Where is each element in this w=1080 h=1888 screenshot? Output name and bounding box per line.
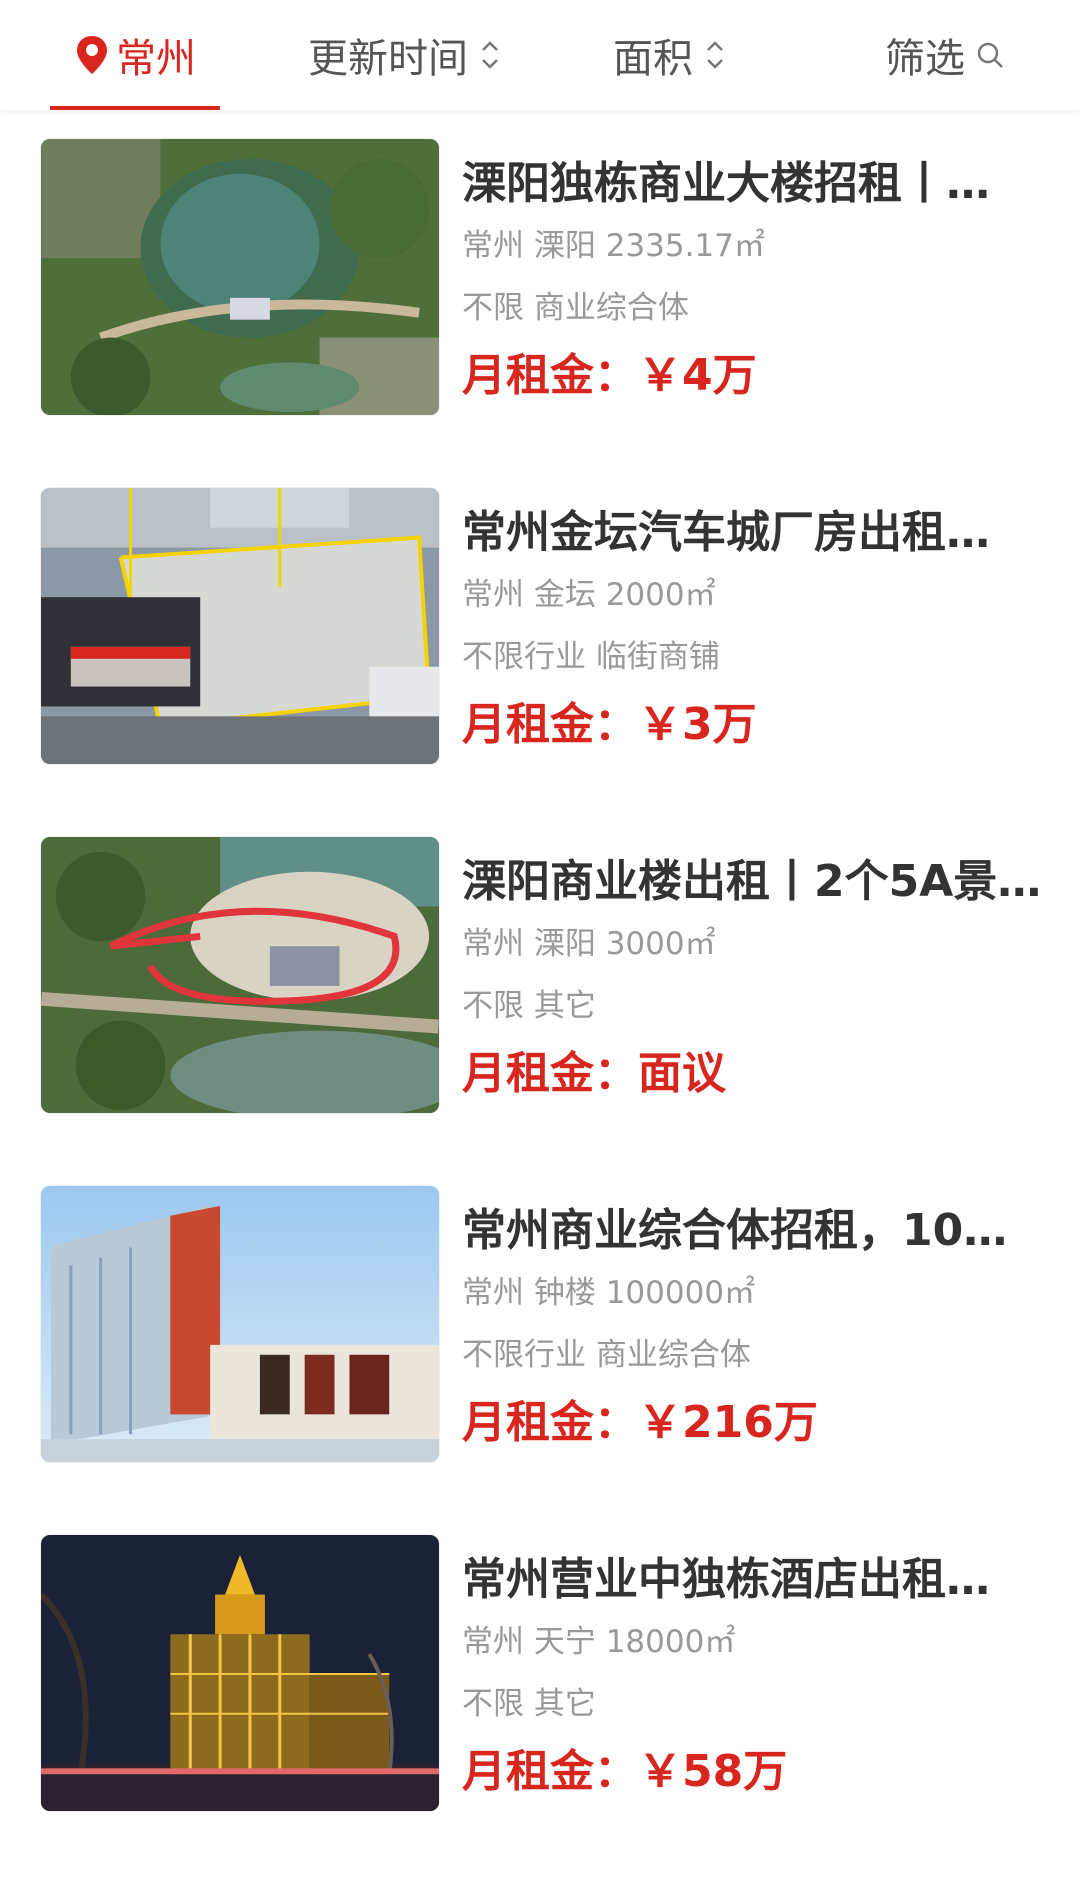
- listing-card[interactable]: 常州金坛汽车城厂房出租… 常州 金坛 2000㎡ 不限行业 临街商铺 月租金：￥…: [40, 487, 1040, 777]
- listing-rent: 月租金：￥216万: [462, 1395, 1062, 1451]
- city-selector[interactable]: 常州: [50, 0, 220, 110]
- update-time-label: 更新时间: [308, 36, 468, 82]
- active-tab-underline: [50, 106, 220, 110]
- rent-value: ￥4万: [638, 350, 757, 401]
- listing-title: 溧阳商业楼出租丨2个5A景…: [462, 856, 1042, 907]
- listing-tags: 不限 其它: [462, 1686, 596, 1722]
- listing-info: 溧阳商业楼出租丨2个5A景… 常州 溧阳 3000㎡ 不限 其它 月租金：面议: [462, 836, 1062, 1102]
- listing-photo: [40, 138, 440, 416]
- listing-title: 常州商业综合体招租，10…: [462, 1205, 1008, 1256]
- listing-photo: [40, 1185, 440, 1463]
- sort-area[interactable]: 面积: [600, 0, 740, 110]
- listing-tags: 不限行业 临街商铺: [462, 639, 720, 675]
- listing-info: 溧阳独栋商业大楼招租丨… 常州 溧阳 2335.17㎡ 不限 商业综合体 月租金…: [462, 138, 1062, 404]
- filter-label: 筛选: [885, 36, 965, 82]
- rent-label: 月租金：: [462, 1048, 638, 1099]
- listing-title: 常州营业中独栋酒店出租…: [462, 1554, 990, 1605]
- listing-card[interactable]: 常州营业中独栋酒店出租… 常州 天宁 18000㎡ 不限 其它 月租金：￥58万: [40, 1534, 1040, 1824]
- listing-rent: 月租金：￥4万: [462, 348, 1062, 404]
- listing-location: 常州 溧阳 2335.17㎡: [462, 228, 765, 264]
- listing-location: 常州 天宁 18000㎡: [462, 1624, 736, 1660]
- listing-info: 常州商业综合体招租，10… 常州 钟楼 100000㎡ 不限行业 商业综合体 月…: [462, 1185, 1062, 1451]
- listing-photo: [40, 1534, 440, 1812]
- listing-photo: [40, 487, 440, 765]
- sort-arrows-icon: [482, 41, 498, 69]
- area-label: 面积: [613, 36, 693, 82]
- listing-info: 常州营业中独栋酒店出租… 常州 天宁 18000㎡ 不限 其它 月租金：￥58万: [462, 1534, 1062, 1800]
- sort-update-time[interactable]: 更新时间: [290, 0, 520, 110]
- rent-value: ￥3万: [638, 699, 757, 750]
- listing-title: 常州金坛汽车城厂房出租…: [462, 507, 990, 558]
- listing-info: 常州金坛汽车城厂房出租… 常州 金坛 2000㎡ 不限行业 临街商铺 月租金：￥…: [462, 487, 1062, 753]
- rent-value: ￥216万: [638, 1397, 818, 1448]
- listing-title: 溧阳独栋商业大楼招租丨…: [462, 158, 990, 209]
- listing-location: 常州 钟楼 100000㎡: [462, 1275, 756, 1311]
- listing-tags: 不限行业 商业综合体: [462, 1337, 751, 1373]
- listing-rent: 月租金：面议: [462, 1046, 1062, 1102]
- filter-bar: 常州 更新时间 面积 筛选: [0, 0, 1080, 110]
- rent-label: 月租金：: [462, 1746, 638, 1797]
- location-pin-icon: [77, 36, 107, 74]
- sort-arrows-icon: [707, 41, 723, 69]
- city-label: 常州: [116, 36, 196, 82]
- rent-value: ￥58万: [638, 1746, 788, 1797]
- listing-tags: 不限 商业综合体: [462, 290, 689, 326]
- filter-button[interactable]: 筛选: [875, 0, 1015, 110]
- listing-card[interactable]: 溧阳独栋商业大楼招租丨… 常州 溧阳 2335.17㎡ 不限 商业综合体 月租金…: [40, 138, 1040, 428]
- rent-label: 月租金：: [462, 699, 638, 750]
- rent-value: 面议: [638, 1048, 726, 1099]
- listing-location: 常州 溧阳 3000㎡: [462, 926, 716, 962]
- listing-rent: 月租金：￥3万: [462, 697, 1062, 753]
- listing-location: 常州 金坛 2000㎡: [462, 577, 716, 613]
- listing-card[interactable]: 常州商业综合体招租，10… 常州 钟楼 100000㎡ 不限行业 商业综合体 月…: [40, 1185, 1040, 1475]
- listing-rent: 月租金：￥58万: [462, 1744, 1062, 1800]
- listing-photo: [40, 836, 440, 1114]
- rent-label: 月租金：: [462, 350, 638, 401]
- search-icon: [977, 42, 1003, 68]
- listing-card[interactable]: 溧阳商业楼出租丨2个5A景… 常州 溧阳 3000㎡ 不限 其它 月租金：面议: [40, 836, 1041, 1126]
- listing-tags: 不限 其它: [462, 988, 596, 1024]
- rent-label: 月租金：: [462, 1397, 638, 1448]
